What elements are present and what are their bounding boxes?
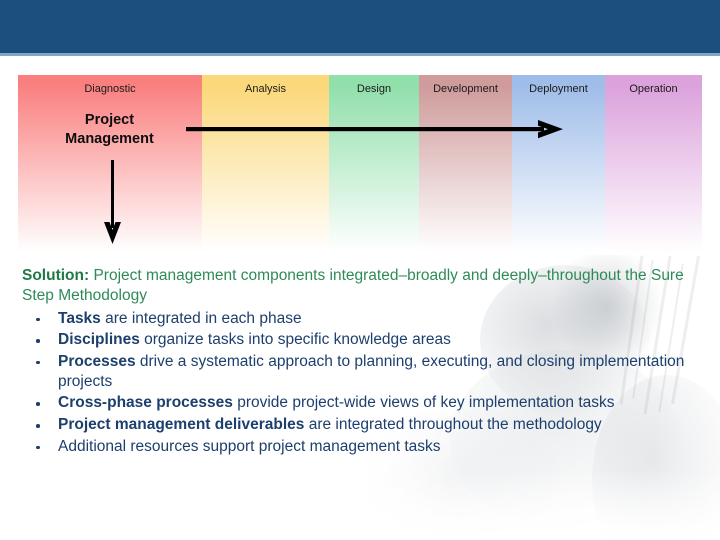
bullet-list: Tasks are integrated in each phase Discip… <box>22 309 698 457</box>
bullet-lead: Project management deliverables <box>58 416 305 434</box>
project-management-label: Project Management <box>22 111 197 149</box>
solution-paragraph: Solution: Project management components … <box>22 266 698 306</box>
phase-column-analysis: Analysis <box>202 75 329 252</box>
bullet-lead: Disciplines <box>58 331 140 349</box>
bullet-dot-icon <box>36 360 40 365</box>
pm-label-line-2: Management <box>65 131 154 148</box>
phase-color-fill <box>605 75 702 252</box>
bullet-dot-icon <box>36 402 40 406</box>
bullet-item: Additional resources support project man… <box>22 437 698 457</box>
content-area: Solution: Project management components … <box>22 266 698 458</box>
bullet-lead: Processes <box>58 353 136 370</box>
bullet-text: are integrated throughout the methodolog… <box>304 416 602 434</box>
phase-color-fill <box>512 75 605 252</box>
bullet-dot-icon <box>36 339 40 343</box>
slide-header-bar <box>0 0 720 53</box>
bullet-dot-icon <box>36 317 40 322</box>
header-divider-rule <box>0 53 720 56</box>
project-management-arrow-down <box>96 160 130 253</box>
phase-label: Development <box>433 83 498 95</box>
phase-flow-arrow-right <box>186 118 568 149</box>
bullet-item: Disciplines organize tasks into specific… <box>22 330 698 350</box>
bullet-item: Processes drive a systematic approach to… <box>22 352 698 391</box>
pm-label-line-1: Project <box>84 112 135 128</box>
bullet-item: Tasks are integrated in each phase <box>22 309 698 329</box>
phase-label: Analysis <box>245 83 286 95</box>
bullet-item: Cross-phase processes provide project-wi… <box>22 393 698 413</box>
phase-label: Deployment <box>529 83 588 95</box>
phase-label: Operation <box>629 83 678 95</box>
phase-color-fill <box>202 75 329 252</box>
bullet-text: drive a systematic approach to planning,… <box>58 353 685 390</box>
bullet-text: provide project-wide views of key implem… <box>232 394 615 412</box>
phase-column-design: Design <box>329 75 419 252</box>
bullet-lead: Cross-phase processes <box>58 394 233 412</box>
phase-column-development: Development <box>419 75 512 252</box>
bullet-lead: Tasks <box>58 309 101 327</box>
bullet-dot-icon <box>36 424 40 428</box>
bullet-text: are integrated in each phase <box>100 309 302 327</box>
solution-lead: Solution: <box>22 267 90 284</box>
bullet-item: Project management deliverables are inte… <box>22 415 698 435</box>
phase-label: Diagnostic <box>84 83 136 95</box>
phase-color-fill <box>419 75 512 252</box>
bullet-text: Additional resources support project man… <box>58 437 441 455</box>
phase-column-operation: Operation <box>605 75 702 252</box>
phase-column-deployment: Deployment <box>512 75 605 252</box>
bullet-text: organize tasks into specific knowledge a… <box>139 331 451 349</box>
bullet-dot-icon <box>36 445 40 450</box>
phase-color-fill <box>329 75 419 252</box>
solution-text: Project management components integrated… <box>22 267 684 304</box>
phase-label: Design <box>356 83 392 95</box>
